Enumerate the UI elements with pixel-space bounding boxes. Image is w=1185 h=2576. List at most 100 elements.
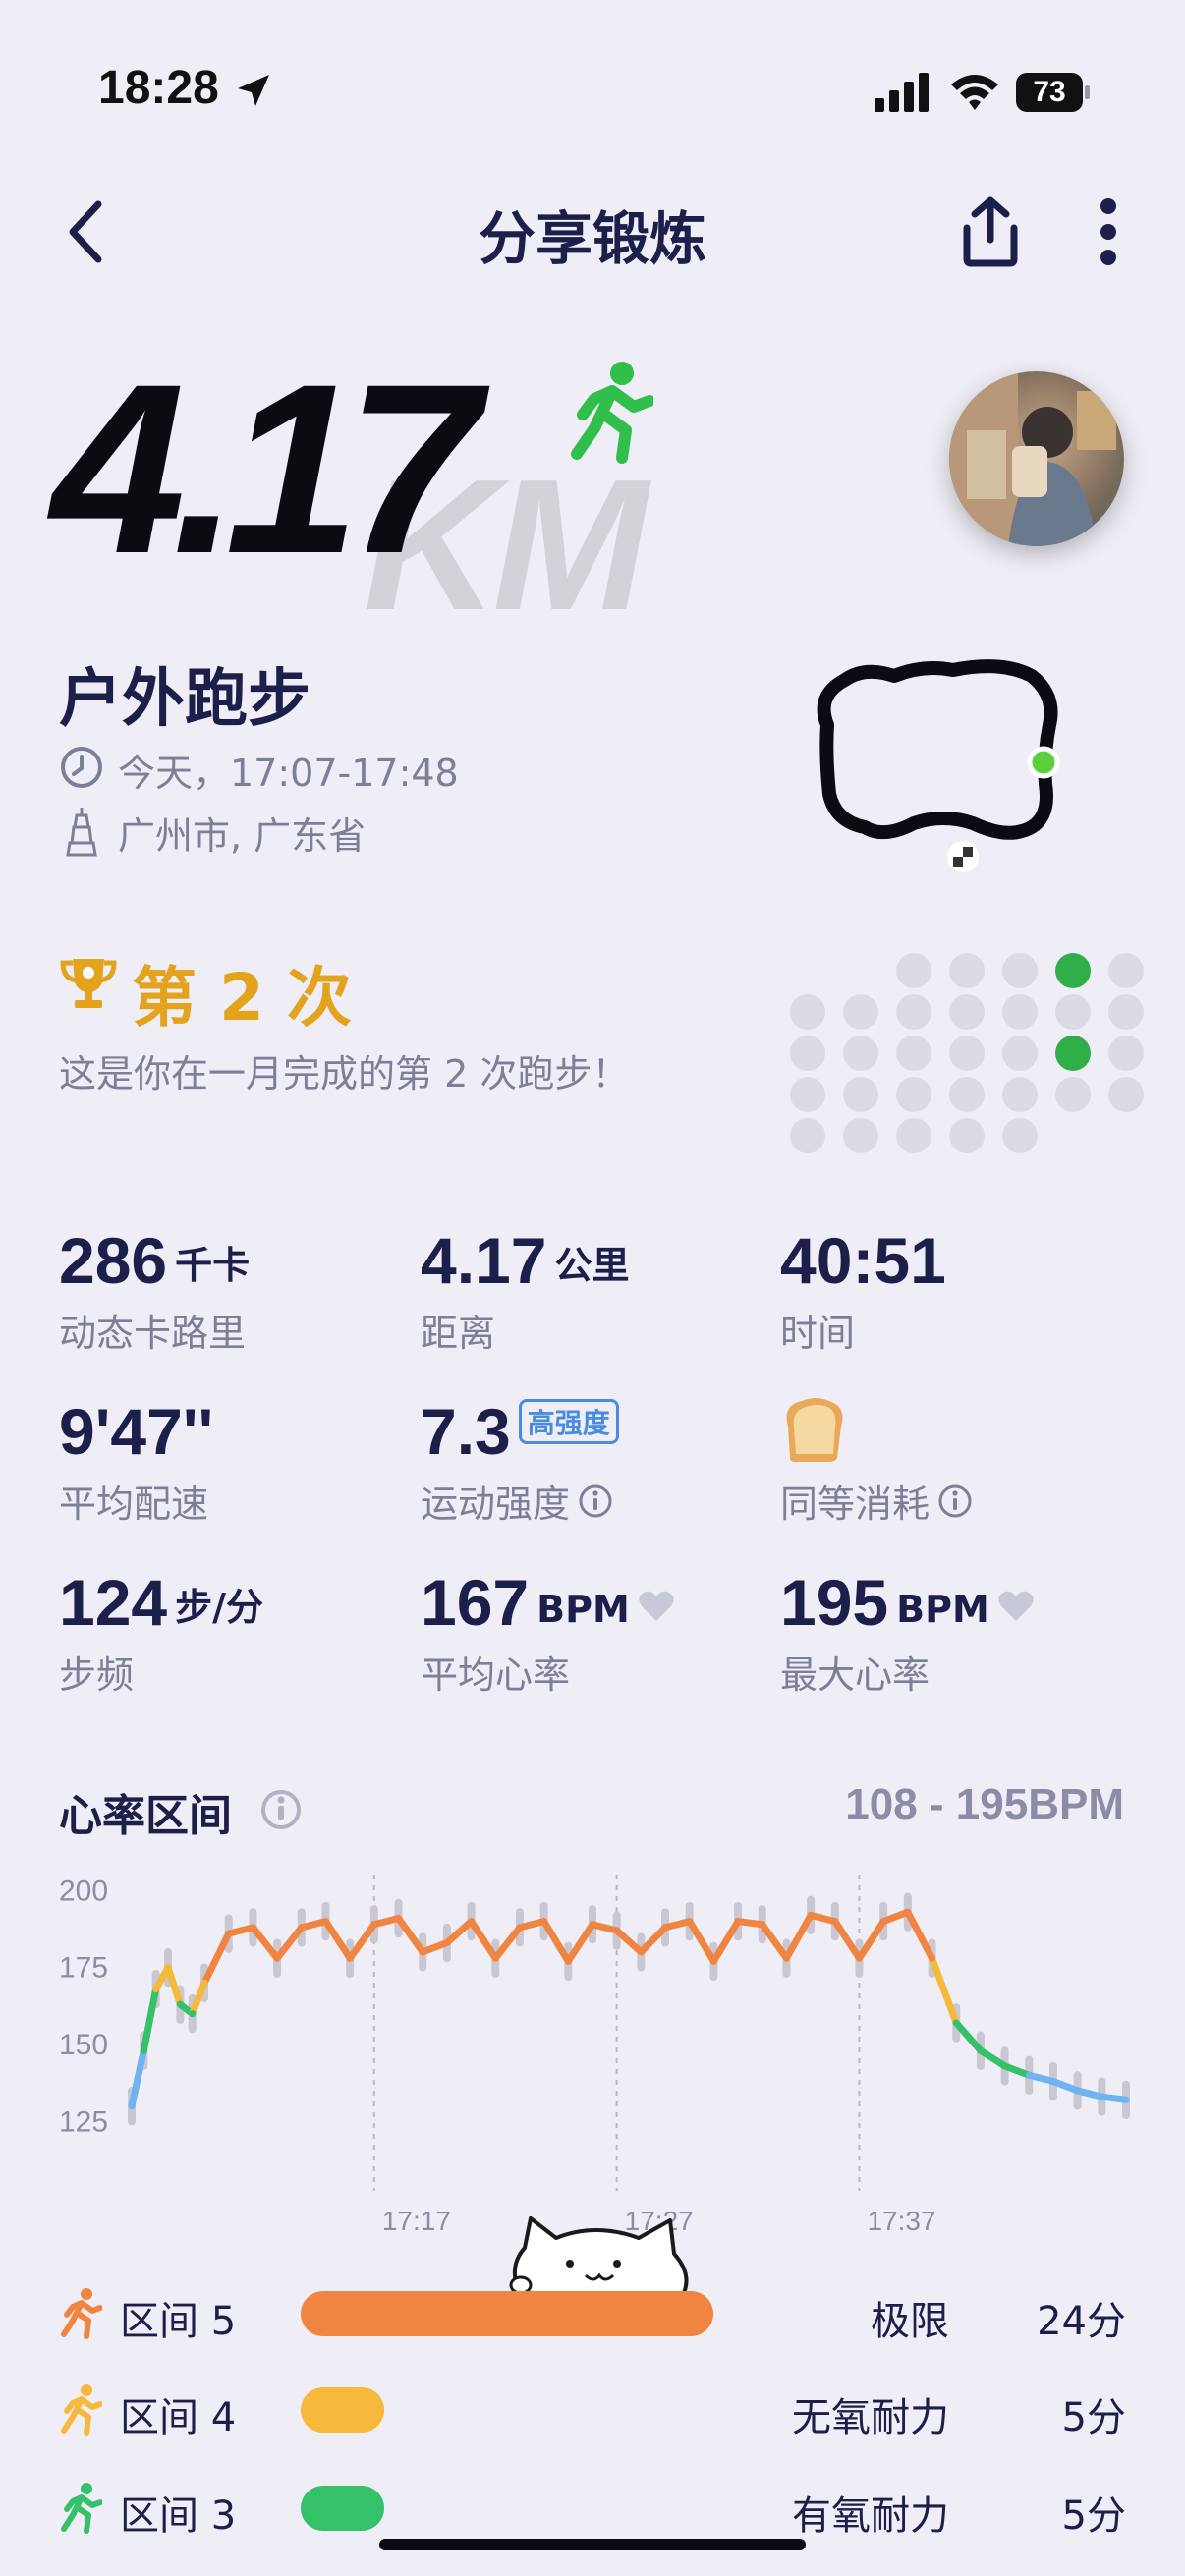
calendar-dot bbox=[790, 1118, 825, 1153]
zone-minutes: 5分 bbox=[1061, 2493, 1126, 2539]
hr-point bbox=[200, 1979, 208, 1987]
hr-point bbox=[1122, 2096, 1130, 2103]
stat-cell: 4.17 公里 距离 bbox=[421, 1224, 629, 1357]
zone-name: 有氧耐力 bbox=[792, 2493, 949, 2539]
hr-point bbox=[782, 1954, 790, 1962]
hr-line-segment bbox=[831, 1918, 863, 1962]
calendar-dot bbox=[1108, 1077, 1144, 1112]
calendar-dot bbox=[790, 1036, 825, 1071]
x-tick-label: 17:37 bbox=[867, 2206, 935, 2236]
zone-name: 极限 bbox=[871, 2299, 949, 2344]
calendar-dot bbox=[843, 1036, 878, 1071]
clock-icon bbox=[61, 747, 102, 788]
calendar-dot bbox=[1002, 1036, 1038, 1071]
hr-point bbox=[977, 2046, 985, 2054]
hr-line-segment bbox=[540, 1918, 572, 1965]
distance-value: 4.17 bbox=[51, 334, 480, 604]
hr-zone-title: 心率区间 bbox=[59, 1791, 232, 1841]
status-time: 18:28 bbox=[98, 62, 219, 114]
hr-point bbox=[929, 1954, 936, 1962]
info-icon[interactable] bbox=[259, 1788, 303, 1831]
stat-unit: BPM bbox=[896, 1588, 989, 1631]
runner-icon bbox=[61, 2483, 102, 2534]
hr-point bbox=[189, 2010, 197, 2018]
calendar-dot bbox=[949, 1118, 985, 1153]
heart-rate-chart: 20017515012517:17 17:27 17:37 bbox=[59, 1875, 1130, 2236]
hr-line-segment bbox=[346, 1921, 378, 1962]
calendar-dot-active bbox=[1055, 953, 1091, 988]
calendar-dot bbox=[949, 1036, 985, 1071]
y-tick-label: 175 bbox=[59, 1952, 108, 1985]
activity-time: 今天，17:07-17:48 bbox=[118, 752, 459, 795]
y-tick-label: 200 bbox=[59, 1875, 108, 1907]
calendar-dot bbox=[1108, 953, 1144, 988]
signal-icon bbox=[875, 73, 929, 112]
y-tick-label: 125 bbox=[59, 2105, 108, 2138]
activity-location: 广州市, 广东省 bbox=[118, 814, 367, 858]
hr-zone-row[interactable]: 区间 4 无氧耐力 5分 bbox=[59, 2376, 1126, 2444]
stat-value: 7.3 bbox=[421, 1395, 511, 1468]
stat-label: 平均心率 bbox=[421, 1653, 571, 1697]
hr-point bbox=[321, 1918, 329, 1926]
hr-line-segment bbox=[140, 1986, 160, 2054]
battery-icon: 73 bbox=[1016, 73, 1091, 112]
stat-value: 195 bbox=[780, 1566, 889, 1639]
hr-point bbox=[637, 1948, 645, 1956]
hr-point bbox=[831, 1918, 839, 1926]
more-icon[interactable] bbox=[1091, 193, 1126, 271]
x-tick-label: 17:17 bbox=[382, 2206, 451, 2236]
stat-label: 动态卡路里 bbox=[59, 1312, 247, 1355]
route-map[interactable] bbox=[806, 646, 1061, 892]
hr-line-segment bbox=[564, 1921, 596, 1965]
stat-unit: 步/分 bbox=[175, 1586, 264, 1629]
stat-label: 时间 bbox=[780, 1312, 856, 1355]
stat-value: 124 bbox=[59, 1566, 168, 1639]
stat-label: 最大心率 bbox=[780, 1653, 931, 1697]
calendar-dot bbox=[896, 1118, 931, 1153]
runner-icon bbox=[61, 2288, 102, 2339]
heart-icon bbox=[639, 1591, 674, 1621]
home-indicator[interactable] bbox=[379, 2539, 806, 2550]
stat-label: 平均配速 bbox=[59, 1483, 209, 1526]
hr-zone-row[interactable]: 区间 5 极限 24分 bbox=[59, 2279, 1126, 2348]
hr-point bbox=[1049, 2078, 1057, 2086]
hr-point bbox=[686, 1918, 694, 1926]
stat-label: 同等消耗 bbox=[780, 1483, 931, 1526]
avatar[interactable] bbox=[949, 371, 1124, 546]
stat-value: 167 bbox=[421, 1566, 530, 1639]
calendar-dot bbox=[1002, 994, 1038, 1030]
stat-unit: 公里 bbox=[554, 1244, 630, 1287]
calendar-dot bbox=[1002, 953, 1038, 988]
hr-line-segment bbox=[128, 2046, 147, 2110]
calendar-dot bbox=[1002, 1118, 1038, 1153]
hr-line-segment bbox=[855, 1918, 887, 1962]
info-icon[interactable] bbox=[937, 1484, 973, 1519]
hr-point bbox=[491, 1954, 499, 1962]
back-chevron-icon[interactable] bbox=[61, 193, 110, 271]
wifi-icon bbox=[951, 75, 998, 110]
calendar-dot bbox=[896, 1077, 931, 1112]
calendar-dot bbox=[1108, 994, 1144, 1030]
info-icon[interactable] bbox=[578, 1484, 613, 1519]
hr-zone-row[interactable]: 区间 3 有氧耐力 5分 bbox=[59, 2474, 1126, 2543]
hr-point bbox=[589, 1921, 596, 1929]
hr-point bbox=[759, 1921, 766, 1929]
stat-cell: 同等消耗 bbox=[780, 1395, 973, 1528]
share-icon[interactable] bbox=[953, 193, 1028, 271]
stat-value: 286 bbox=[59, 1224, 168, 1297]
hr-point bbox=[176, 2000, 184, 2008]
hr-point bbox=[564, 1957, 572, 1965]
intensity-badge: 高强度 bbox=[518, 1399, 619, 1444]
hr-point bbox=[1025, 2071, 1033, 2079]
stat-value: 4.17 bbox=[421, 1224, 547, 1297]
bread-icon bbox=[786, 1398, 843, 1462]
zone-minutes: 5分 bbox=[1061, 2395, 1126, 2440]
zone-label: 区间 5 bbox=[120, 2299, 237, 2344]
calendar-dot bbox=[1002, 1077, 1038, 1112]
hr-line-segment bbox=[929, 1954, 960, 2027]
hr-point bbox=[152, 1986, 160, 1993]
hr-point bbox=[298, 1924, 306, 1932]
zone-bar bbox=[301, 2486, 384, 2531]
location-arrow-icon bbox=[238, 75, 269, 106]
battery-level: 73 bbox=[1033, 76, 1066, 108]
